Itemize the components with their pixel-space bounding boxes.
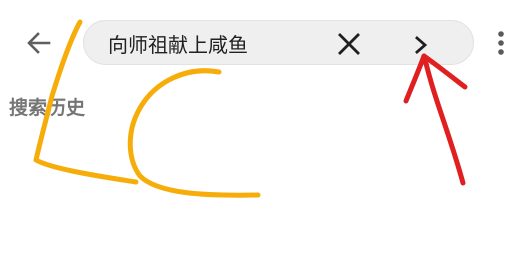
clear-button[interactable] bbox=[335, 30, 363, 58]
handwritten-letter-c bbox=[127, 68, 261, 198]
chevron-right-icon bbox=[415, 36, 428, 54]
arrow-left-icon bbox=[27, 32, 51, 54]
more-vert-icon bbox=[498, 31, 504, 55]
more-options-button[interactable] bbox=[490, 28, 512, 58]
search-input[interactable] bbox=[108, 30, 318, 56]
search-box[interactable] bbox=[83, 20, 474, 65]
search-go-button[interactable] bbox=[408, 32, 434, 58]
search-history-title: 搜索历史 bbox=[9, 97, 86, 119]
back-button[interactable] bbox=[22, 26, 56, 60]
search-screen: 搜索历史 bbox=[0, 0, 531, 278]
close-icon bbox=[338, 33, 360, 55]
top-bar bbox=[0, 0, 531, 84]
